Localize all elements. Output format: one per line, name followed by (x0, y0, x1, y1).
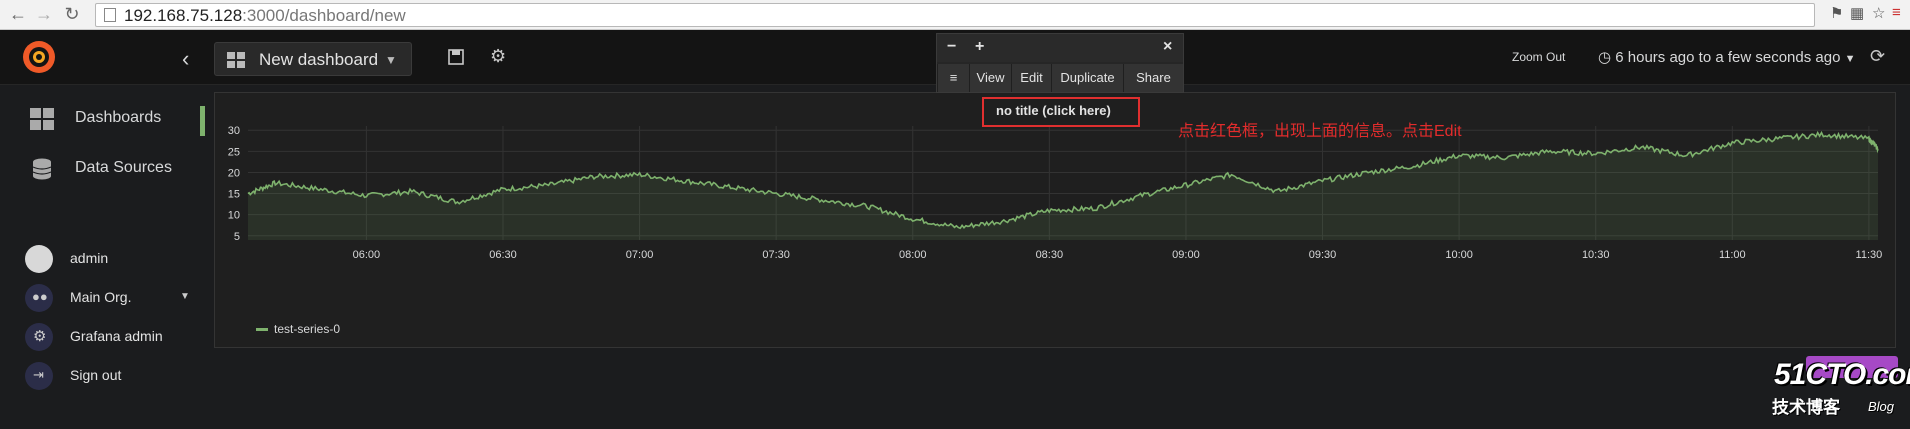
zoom-out-button[interactable]: Zoom Out (1512, 50, 1565, 64)
sidebar-grafana-admin[interactable]: ⚙ Grafana admin (0, 320, 205, 354)
duplicate-button[interactable]: Duplicate (1051, 64, 1123, 92)
active-indicator (200, 106, 205, 136)
reload-icon[interactable]: ↻ (62, 4, 82, 24)
legend-label: test-series-0 (274, 322, 341, 336)
chart-legend[interactable]: test-series-0 (256, 322, 340, 336)
watermark-blog: Blog (1868, 399, 1895, 414)
x-tick-label: 07:30 (762, 249, 790, 261)
refresh-icon[interactable]: ⟳ (1870, 46, 1885, 67)
x-tick-label: 08:00 (899, 249, 927, 261)
x-tick-label: 10:30 (1582, 249, 1610, 261)
panel-title[interactable]: no title (click here) (996, 103, 1111, 118)
chevron-left-icon[interactable]: ‹ (182, 46, 189, 72)
browser-toolbar: ← → ↻ 192.168.75.128:3000/dashboard/new … (0, 0, 1910, 30)
sidebar-item-label: Dashboards (75, 109, 162, 126)
database-icon (32, 158, 52, 180)
forward-arrow-icon[interactable]: → (34, 4, 54, 24)
watermark-subtitle: 技术博客 (1772, 398, 1840, 417)
bookmark-icon[interactable]: ⚑ (1830, 4, 1843, 22)
clock-icon: ◷ (1598, 49, 1612, 66)
star-icon[interactable]: ☆ (1872, 4, 1885, 22)
sidebar-item-dashboards[interactable]: Dashboards (0, 98, 205, 138)
settings-gear-icon[interactable]: ⚙ (490, 46, 506, 67)
org-icon: ●● (25, 284, 53, 312)
y-tick-label: 20 (228, 167, 240, 179)
sign-out-icon: ⇥ (25, 362, 53, 390)
x-tick-label: 10:00 (1445, 249, 1473, 261)
annotation-text: 点击红色框，出现上面的信息。点击Edit (1178, 123, 1462, 140)
x-tick-label: 11:00 (1719, 249, 1746, 261)
dashboard-title: New dashboard (259, 50, 379, 69)
panel-menu-top-row: − + × (937, 34, 1183, 62)
watermark-logo: 51CTO.com (1774, 358, 1910, 391)
x-tick-label: 08:30 (1036, 249, 1064, 261)
y-axis-ticks: 5 10 15 20 25 30 (228, 125, 240, 243)
sidebar-user-admin[interactable]: admin (0, 242, 205, 276)
menu-icon[interactable]: ≡ (1892, 4, 1901, 21)
sidebar-sign-out[interactable]: ⇥ Sign out (0, 359, 205, 393)
y-tick-label: 25 (228, 146, 240, 158)
plus-icon[interactable]: + (975, 38, 984, 56)
view-button[interactable]: View (969, 64, 1011, 92)
org-label: Main Org. (70, 289, 132, 305)
y-tick-label: 5 (234, 231, 240, 243)
graph-chart: 5 10 15 20 25 30 06:00 06:30 07:00 07:30 08:00 08:… (228, 125, 1883, 261)
x-tick-label: 06:00 (353, 249, 381, 261)
grafana-logo-icon[interactable] (20, 38, 58, 76)
y-tick-label: 30 (228, 125, 240, 137)
x-tick-label: 07:00 (626, 249, 654, 261)
caret-down-icon: ▼ (385, 53, 397, 67)
x-tick-label: 09:30 (1309, 249, 1337, 261)
avatar (25, 245, 53, 273)
share-button[interactable]: Share (1123, 64, 1183, 92)
y-tick-label: 10 (228, 210, 240, 222)
sign-out-label: Sign out (70, 367, 122, 383)
minus-icon[interactable]: − (947, 38, 956, 56)
x-axis-ticks: 06:00 06:30 07:00 07:30 08:00 08:30 09:00 09:30… (353, 249, 1883, 261)
user-label: admin (70, 250, 109, 266)
extension-icon[interactable]: ▦ (1850, 4, 1864, 22)
chart-series-area (247, 130, 1879, 240)
x-tick-label: 06:30 (489, 249, 517, 261)
url-text: 192.168.75.128:3000/dashboard/new (124, 6, 406, 25)
hamburger-menu-icon[interactable]: ≡ (937, 64, 969, 92)
gear-icon: ⚙ (25, 323, 53, 351)
panel-menu: − + × ≡ View Edit Duplicate Share (936, 33, 1184, 93)
dashboard-grid-icon (227, 52, 245, 68)
sidebar: Dashboards Data Sources admin ●● Main Or… (0, 85, 205, 429)
sidebar-item-data-sources[interactable]: Data Sources (0, 148, 205, 188)
x-tick-label: 09:00 (1172, 249, 1200, 261)
page-icon (104, 8, 116, 22)
y-tick-label: 15 (228, 189, 240, 201)
save-icon[interactable] (448, 49, 464, 65)
close-icon[interactable]: × (1163, 38, 1172, 56)
caret-down-icon: ▼ (180, 291, 190, 302)
legend-swatch (256, 328, 268, 332)
sidebar-item-label: Data Sources (75, 159, 172, 176)
dashboards-grid-icon (30, 108, 54, 130)
time-range-picker[interactable]: ◷ 6 hours ago to a few seconds ago ▼ (1598, 48, 1855, 66)
dashboard-picker[interactable]: New dashboard ▼ (214, 42, 412, 76)
x-tick-label: 11:30 (1856, 249, 1883, 261)
caret-down-icon: ▼ (1844, 53, 1856, 65)
back-arrow-icon[interactable]: ← (8, 4, 28, 24)
sidebar-org-switcher[interactable]: ●● Main Org. ▼ (0, 281, 205, 315)
edit-button[interactable]: Edit (1011, 64, 1051, 92)
time-range-label: 6 hours ago to a few seconds ago (1615, 49, 1841, 66)
panel-menu-actions: ≡ View Edit Duplicate Share (937, 64, 1183, 92)
grafana-admin-label: Grafana admin (70, 328, 163, 344)
address-bar[interactable]: 192.168.75.128:3000/dashboard/new (95, 3, 1815, 27)
